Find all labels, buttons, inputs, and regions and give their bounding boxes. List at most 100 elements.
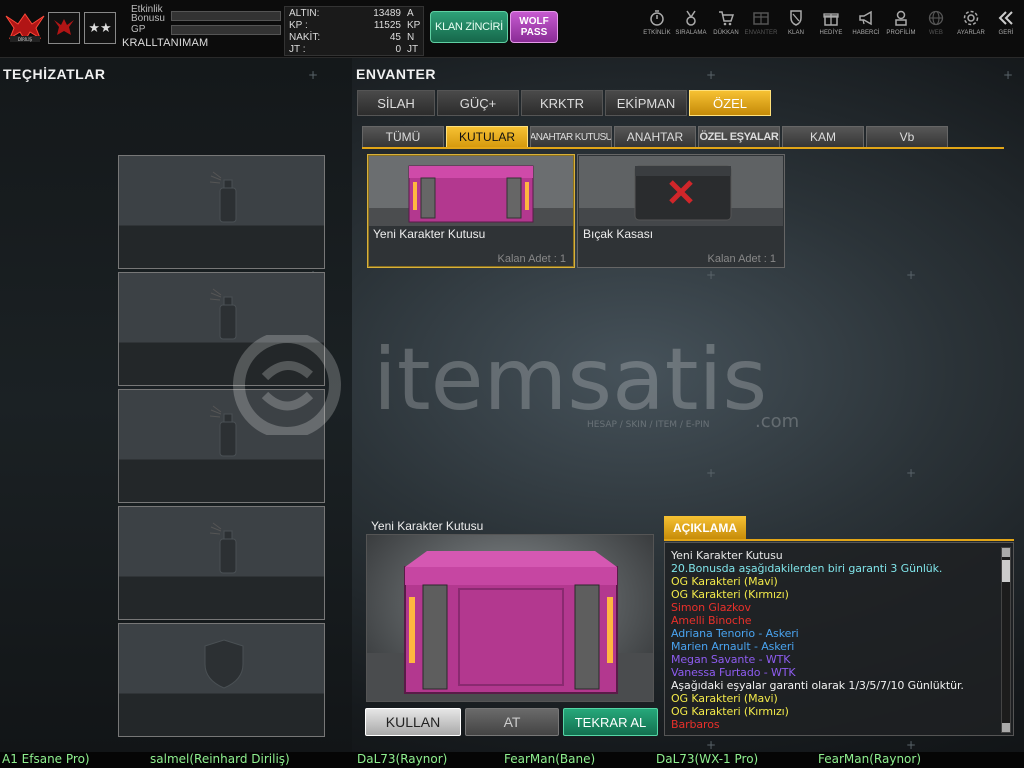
- scroll-thumb[interactable]: [1002, 560, 1010, 582]
- nav-envanter[interactable]: ENVANTER: [743, 9, 779, 49]
- stopwatch-icon: [650, 10, 664, 26]
- currency-row: KP : 11525 KP: [285, 20, 425, 31]
- nav-etkinlik[interactable]: ETKİNLİK: [639, 9, 675, 49]
- currency-row: ALTIN: 13489 A: [285, 8, 425, 19]
- nav-label: AYARLAR: [957, 30, 985, 36]
- tab-tumu[interactable]: TÜMÜ: [362, 126, 444, 148]
- tab-anahtar-kutusu[interactable]: ANAHTAR KUTUSU: [530, 126, 612, 148]
- preview-title: Yeni Karakter Kutusu: [371, 519, 484, 533]
- tab-ozel[interactable]: ÖZEL: [689, 90, 771, 116]
- ticker-entry: A1 Efsane Pro): [2, 752, 90, 766]
- event-bonus-label-2: Bonusu: [131, 13, 165, 24]
- nav-profilim[interactable]: PROFİLİM: [883, 9, 919, 49]
- nav-siralama[interactable]: SIRALAMA: [673, 9, 709, 49]
- nav-web[interactable]: WEB: [918, 9, 954, 49]
- description-line: OG Karakteri (Kırmızı): [671, 588, 789, 601]
- description-line: Barbaros: [671, 718, 720, 731]
- currency-row: JT : 0 JT: [285, 44, 425, 55]
- description-line: OG Karakteri (Mavi): [671, 575, 778, 588]
- character-box-large-image: [367, 551, 653, 701]
- medal-icon: [686, 10, 696, 26]
- description-underline: [664, 539, 1014, 541]
- nav-label: WEB: [929, 30, 943, 36]
- rank-stars-icon: ★★: [88, 20, 112, 36]
- buy-again-button[interactable]: TEKRAR AL: [563, 708, 658, 736]
- tab-kam[interactable]: KAM: [782, 126, 864, 148]
- throw-button[interactable]: AT: [465, 708, 559, 736]
- inventory-item[interactable]: Yeni Karakter Kutusu Kalan Adet : 1: [367, 154, 575, 268]
- inventory-icon: [753, 12, 769, 25]
- nav-label: ETKİNLİK: [643, 30, 671, 36]
- gift-icon: [823, 13, 839, 26]
- description-line: Vanessa Furtado - WTK: [671, 666, 796, 679]
- nav-klan[interactable]: KLAN: [778, 9, 814, 49]
- nav-label: ENVANTER: [744, 30, 778, 36]
- currency-value: 0: [395, 44, 401, 55]
- description-scrollbar[interactable]: [1001, 547, 1011, 733]
- tab-krktr[interactable]: KRKTR: [521, 90, 603, 116]
- decor-plus: +: [906, 268, 917, 282]
- decor-plus: +: [706, 738, 717, 752]
- nav-label: PROFİLİM: [886, 30, 916, 36]
- tab-kutular[interactable]: KUTULAR: [446, 126, 528, 148]
- itemsatis-watermark: itemsatis .com HESAP / SKIN / ITEM / E-P…: [233, 335, 799, 435]
- event-bonus-bar: [171, 11, 281, 21]
- ticker-entry: FearMan(Raynor): [818, 752, 922, 766]
- rank-badge: ★★: [84, 12, 116, 44]
- item-name: Bıçak Kasası: [583, 227, 654, 241]
- scroll-up-arrow-icon[interactable]: [1002, 548, 1010, 557]
- clan-emblem[interactable]: [48, 12, 80, 44]
- watermark-brand: itemsatis: [373, 335, 767, 430]
- sub-tabs-underline: [362, 147, 1004, 149]
- username: KRALLTANIMAM: [122, 37, 209, 49]
- description-line: OG Karakteri (Kırmızı): [671, 705, 789, 718]
- currency-panel: ALTIN: 13489 A KP : 11525 KP NAKİT: 45 N…: [284, 6, 424, 56]
- nav-dukkan[interactable]: DÜKKAN: [708, 9, 744, 49]
- equipment-slot[interactable]: [118, 506, 325, 620]
- description-line: Simon Glazkov: [671, 601, 751, 614]
- currency-name: NAKİT:: [289, 32, 321, 43]
- description-line: Yeni Karakter Kutusu: [671, 549, 783, 562]
- currency-unit: A: [407, 8, 414, 19]
- decor-plus: +: [906, 466, 917, 480]
- description-line: Aşağıdaki eşyalar garanti olarak 1/3/5/7…: [671, 679, 964, 692]
- description-line: 20.Bonusda aşağıdakilerden biri garanti …: [671, 562, 943, 575]
- decor-plus: +: [706, 68, 717, 82]
- nav-hediye[interactable]: HEDİYE: [813, 9, 849, 49]
- tab-vb[interactable]: Vb: [866, 126, 948, 148]
- currency-value: 11525: [373, 20, 401, 31]
- description-tab[interactable]: AÇIKLAMA: [664, 516, 746, 540]
- currency-name: JT :: [289, 44, 306, 55]
- armor-shield-icon: [204, 639, 244, 689]
- nav-haberci[interactable]: HABERCİ: [848, 9, 884, 49]
- inventory-item[interactable]: Bıçak Kasası Kalan Adet : 1: [577, 154, 785, 268]
- description-panel: Yeni Karakter Kutusu 20.Bonusda aşağıdak…: [664, 542, 1014, 736]
- tab-ekipman[interactable]: EKİPMAN: [605, 90, 687, 116]
- description-line: Marien Arnault - Askeri: [671, 640, 795, 653]
- spray-can-icon: [209, 171, 237, 223]
- ticker-entry: FearMan(Bane): [504, 752, 596, 766]
- equipment-title: TEÇHİZATLAR: [3, 66, 106, 82]
- item-quantity: Kalan Adet : 1: [497, 253, 567, 265]
- klan-chain-button[interactable]: KLAN ZİNCİRİ: [430, 11, 508, 43]
- tab-ozel-esyalar[interactable]: ÖZEL EŞYALAR: [698, 126, 780, 148]
- wolf-pass-button[interactable]: WOLF PASS: [510, 11, 558, 43]
- item-quantity: Kalan Adet : 1: [707, 253, 777, 265]
- decor-plus: +: [906, 738, 917, 752]
- tab-guc[interactable]: GÜÇ+: [437, 90, 519, 116]
- watermark-suffix: .com: [755, 411, 799, 432]
- wolf-emblem-icon: [54, 19, 74, 35]
- use-button[interactable]: KULLAN: [365, 708, 461, 736]
- game-logo-icon: DİRİLİŞ: [5, 13, 45, 42]
- nav-ayarlar[interactable]: AYARLAR: [953, 9, 989, 49]
- scroll-down-arrow-icon[interactable]: [1002, 723, 1010, 732]
- decor-plus: +: [1003, 68, 1014, 82]
- equipment-slot[interactable]: [118, 155, 325, 269]
- equipment-slot[interactable]: [118, 623, 325, 737]
- tab-anahtar[interactable]: ANAHTAR: [614, 126, 696, 148]
- nav-label: KLAN: [787, 30, 805, 36]
- nav-geri[interactable]: GERİ: [988, 9, 1024, 49]
- nav-label: GERİ: [998, 30, 1014, 36]
- tab-silah[interactable]: SİLAH: [357, 90, 435, 116]
- knife-case-image: [579, 156, 783, 226]
